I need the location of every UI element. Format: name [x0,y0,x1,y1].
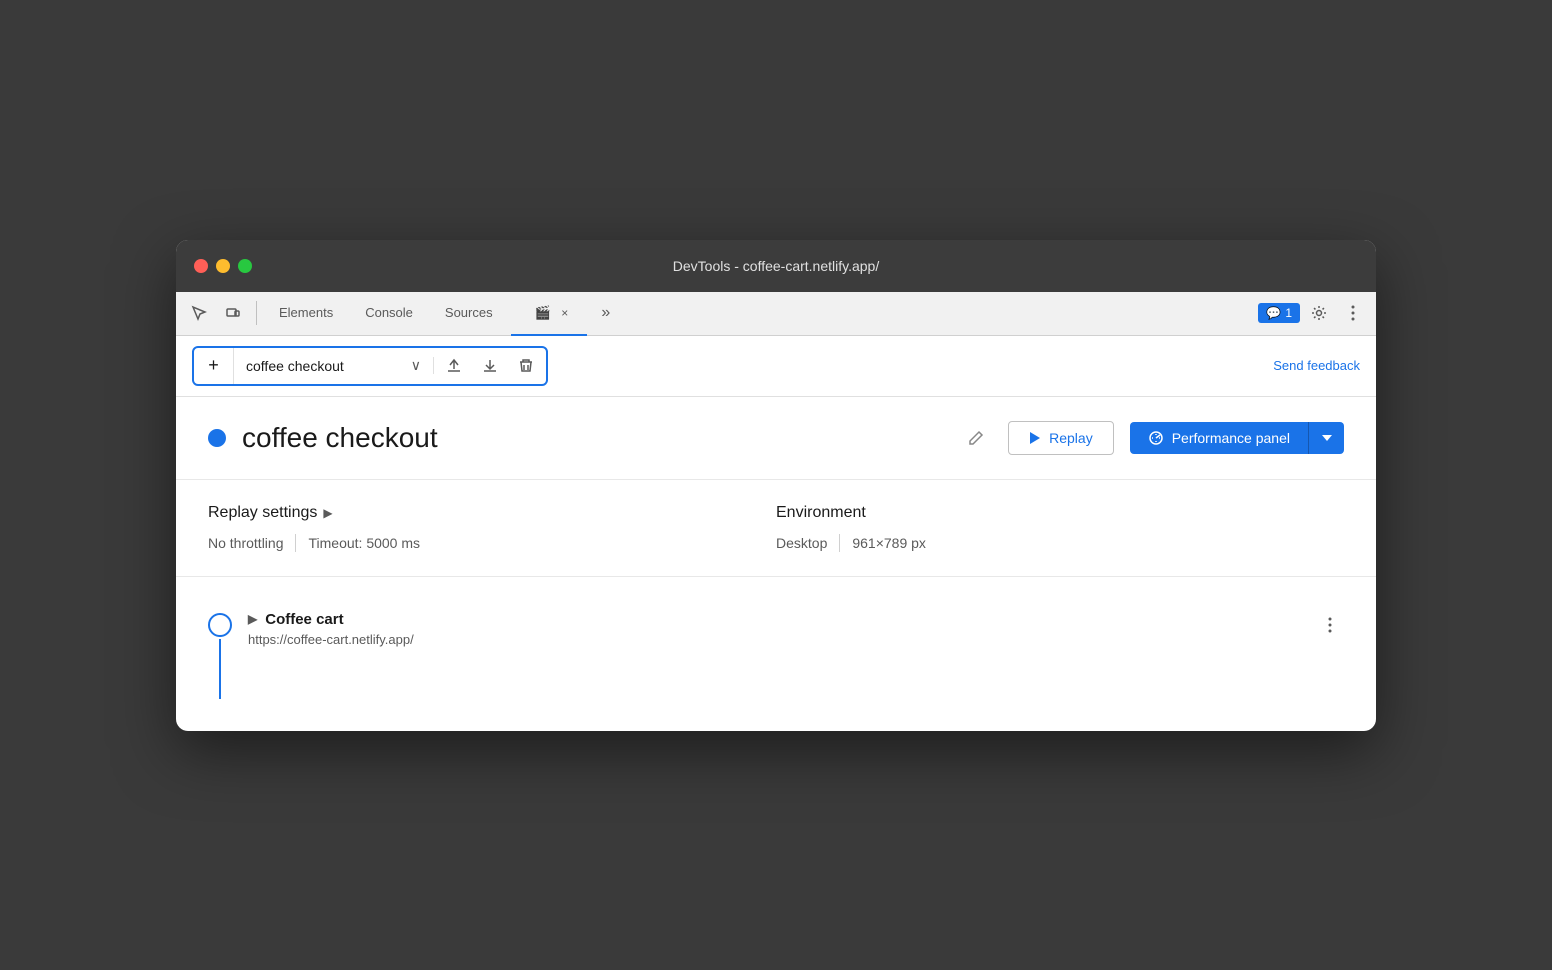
export-recording-button[interactable] [438,350,470,382]
tab-recorder[interactable]: 🎬 × [511,292,587,336]
more-tabs-icon[interactable]: » [591,298,621,328]
step-line [219,639,221,699]
more-options-icon[interactable] [1338,298,1368,328]
replay-button[interactable]: Replay [1008,421,1114,455]
recording-title: coffee checkout [242,422,944,454]
recorder-toolbar: + coffee checkout ∨ [176,336,1376,397]
step-circle [208,613,232,637]
steps-section: ▶ Coffee cart https://coffee-cart.netlif… [176,577,1376,731]
feedback-count: 1 [1285,306,1292,320]
recorder-tab-icon: 🎬 [535,305,551,321]
environment-panel: Environment Desktop 961×789 px [776,504,1344,552]
close-traffic-light[interactable] [194,259,208,273]
tab-elements[interactable]: Elements [265,292,347,336]
add-recording-button[interactable]: + [194,348,234,384]
settings-divider [295,534,296,552]
step-url: https://coffee-cart.netlify.app/ [248,632,1300,647]
select-element-icon[interactable] [184,298,214,328]
feedback-badge[interactable]: 💬 1 [1258,303,1300,323]
environment-details: Desktop 961×789 px [776,534,1344,552]
settings-icon[interactable] [1304,298,1334,328]
step-expand-icon[interactable]: ▶ [248,612,257,626]
replay-settings-arrow: ▶ [323,506,332,520]
performance-panel-group: Performance panel [1130,422,1344,454]
settings-section: Replay settings ▶ No throttling Timeout:… [176,480,1376,577]
recording-dropdown[interactable]: coffee checkout ∨ [234,357,434,374]
recorder-actions [434,350,546,382]
titlebar: DevTools - coffee-cart.netlify.app/ [176,240,1376,292]
step-menu-button[interactable] [1316,611,1344,639]
size-label: 961×789 px [852,535,926,551]
recording-name-text: coffee checkout [246,358,344,374]
recorder-close-icon[interactable]: × [557,305,573,321]
performance-panel-dropdown-button[interactable] [1308,422,1344,454]
step-title: ▶ Coffee cart [248,611,1300,628]
performance-panel-button[interactable]: Performance panel [1130,422,1308,454]
recorder-selector: + coffee checkout ∨ [192,346,548,386]
titlebar-title: DevTools - coffee-cart.netlify.app/ [673,258,879,274]
env-settings-divider [839,534,840,552]
maximize-traffic-light[interactable] [238,259,252,273]
toolbar-divider [256,301,257,325]
step-content: ▶ Coffee cart https://coffee-cart.netlif… [248,609,1300,647]
tab-console[interactable]: Console [351,292,427,336]
recording-header: coffee checkout Replay Performance panel [176,397,1376,480]
replay-settings-details: No throttling Timeout: 5000 ms [208,534,776,552]
tab-sources[interactable]: Sources [431,292,507,336]
recording-status-dot [208,429,226,447]
delete-recording-button[interactable] [510,350,542,382]
send-feedback-link[interactable]: Send feedback [1273,358,1360,373]
devtools-tabbar: Elements Console Sources 🎬 × » 💬 1 [176,292,1376,336]
traffic-lights [194,259,252,273]
step-item: ▶ Coffee cart https://coffee-cart.netlif… [208,601,1344,707]
devtools-window: DevTools - coffee-cart.netlify.app/ Elem… [176,240,1376,731]
replay-settings-panel: Replay settings ▶ No throttling Timeout:… [208,504,776,552]
device-label: Desktop [776,535,827,551]
device-mode-icon[interactable] [218,298,248,328]
dropdown-arrow-icon: ∨ [411,357,421,374]
minimize-traffic-light[interactable] [216,259,230,273]
throttling-label: No throttling [208,535,283,551]
timeout-label: Timeout: 5000 ms [308,535,420,551]
edit-title-button[interactable] [960,422,992,454]
step-node [208,613,232,699]
feedback-icon: 💬 [1266,306,1281,320]
toolbar-right: 💬 1 [1258,298,1368,328]
environment-heading: Environment [776,504,1344,522]
import-recording-button[interactable] [474,350,506,382]
replay-settings-heading[interactable]: Replay settings ▶ [208,504,776,522]
